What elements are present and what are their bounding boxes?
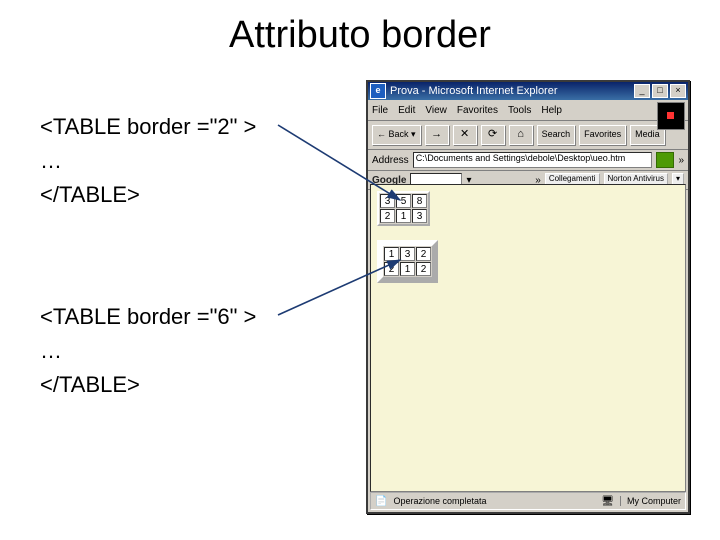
code-line: <TABLE border ="6" > (40, 304, 256, 329)
toolbar: ← Back ▾ → ✕ ⟳ ⌂ Search Favorites Media (368, 121, 688, 150)
menubar: File Edit View Favorites Tools Help (368, 100, 688, 121)
titlebar: e Prova - Microsoft Internet Explorer _ … (368, 82, 688, 100)
table-cell: 2 (380, 209, 395, 223)
code-line: … (40, 338, 62, 363)
code-line: </TABLE> (40, 372, 140, 397)
refresh-button[interactable]: ⟳ (481, 125, 505, 145)
maximize-button[interactable]: □ (652, 84, 668, 98)
table-cell: 8 (412, 194, 427, 208)
menu-view[interactable]: View (425, 105, 447, 116)
my-computer-icon: 🖥 (601, 496, 614, 507)
home-button[interactable]: ⌂ (509, 125, 533, 145)
search-button[interactable]: Search (537, 125, 576, 145)
table-cell: 3 (400, 247, 415, 261)
throbber-icon (657, 102, 685, 130)
demo-table-border-2: 358 213 (377, 191, 430, 226)
table-cell: 1 (396, 209, 411, 223)
links-chevron-icon[interactable]: » (678, 155, 684, 166)
address-input[interactable]: C:\Documents and Settings\debole\Desktop… (413, 152, 653, 168)
ie-window: e Prova - Microsoft Internet Explorer _ … (366, 80, 690, 514)
table-cell: 1 (384, 247, 399, 261)
forward-button[interactable]: → (425, 125, 449, 145)
favorites-button[interactable]: Favorites (579, 125, 626, 145)
table-cell: 3 (412, 209, 427, 223)
back-button[interactable]: ← Back ▾ (372, 125, 421, 145)
document-icon: 📄 (375, 496, 387, 507)
window-title: Prova - Microsoft Internet Explorer (390, 85, 634, 97)
code-line: … (40, 148, 62, 173)
security-zone: My Computer (620, 496, 681, 506)
code-line: </TABLE> (40, 182, 140, 207)
minimize-button[interactable]: _ (634, 84, 650, 98)
menu-favorites[interactable]: Favorites (457, 105, 498, 116)
status-text: Operazione completata (393, 496, 595, 506)
table-cell: 2 (384, 262, 399, 276)
table-cell: 1 (400, 262, 415, 276)
slide-title: Attributo border (0, 14, 720, 57)
address-bar: Address C:\Documents and Settings\debole… (368, 150, 688, 171)
demo-table-border-6: 132 212 (377, 240, 438, 283)
menu-edit[interactable]: Edit (398, 105, 415, 116)
go-button[interactable] (656, 152, 674, 168)
close-button[interactable]: × (670, 84, 686, 98)
table-cell: 2 (416, 247, 431, 261)
address-label: Address (372, 155, 409, 166)
table-cell: 2 (416, 262, 431, 276)
menu-help[interactable]: Help (541, 105, 562, 116)
page-content: 358 213 132 212 (370, 184, 686, 492)
ie-logo-icon: e (370, 83, 386, 99)
menu-tools[interactable]: Tools (508, 105, 531, 116)
table-cell: 3 (380, 194, 395, 208)
stop-button[interactable]: ✕ (453, 125, 477, 145)
status-bar: 📄 Operazione completata 🖥 My Computer (370, 492, 686, 510)
code-line: <TABLE border ="2" > (40, 114, 256, 139)
code-sample-border-6: <TABLE border ="6" > … </TABLE> (40, 300, 256, 402)
table-cell: 5 (396, 194, 411, 208)
code-sample-border-2: <TABLE border ="2" > … </TABLE> (40, 110, 256, 212)
menu-file[interactable]: File (372, 105, 388, 116)
